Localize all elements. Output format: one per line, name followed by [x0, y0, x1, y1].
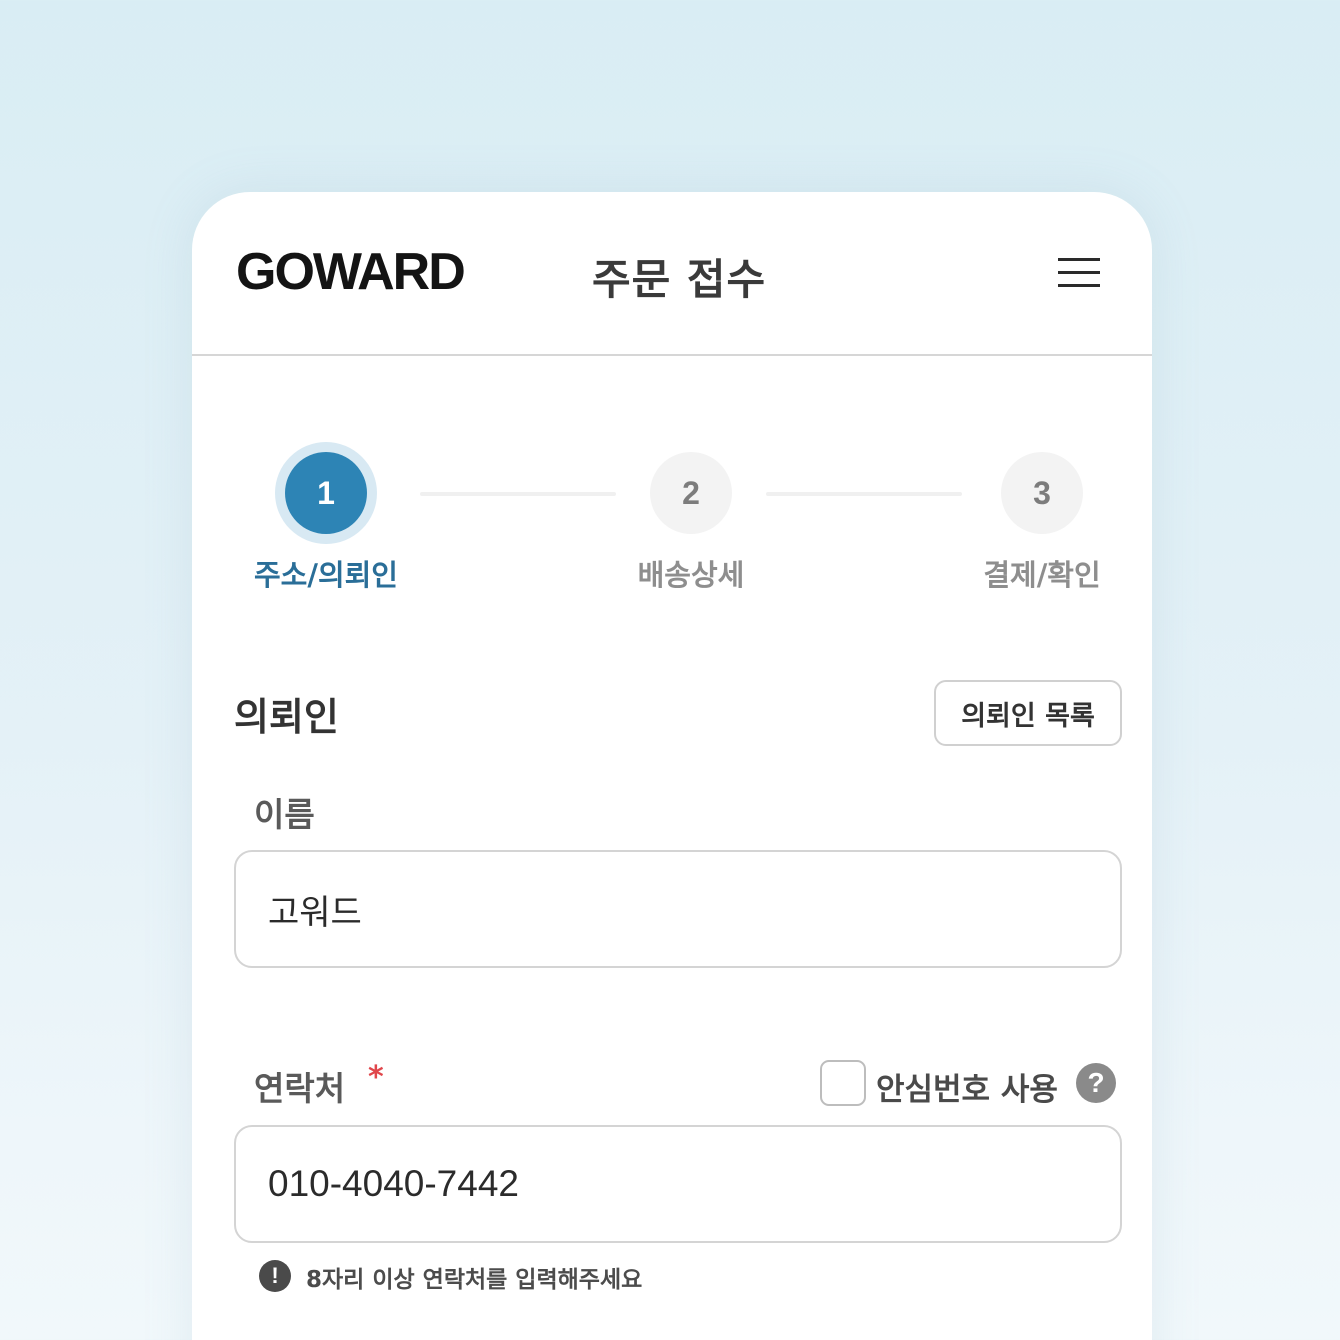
safe-number-label[interactable]: 안심번호 사용 [876, 1064, 1058, 1109]
name-field-label: 이름 [254, 795, 315, 834]
step-2-circle[interactable]: 2 [650, 452, 732, 534]
step-connector-1-2 [420, 492, 616, 496]
page-title: 주문 접수 [592, 255, 767, 304]
safe-number-checkbox[interactable] [820, 1060, 866, 1106]
error-icon: ! [259, 1260, 291, 1292]
requester-list-button[interactable]: 의뢰인 목록 [934, 680, 1122, 746]
step-1-label: 주소/의뢰인 [254, 558, 398, 592]
goward-logo[interactable]: GOWARD [236, 242, 466, 302]
name-input[interactable]: 고워드 [234, 850, 1122, 968]
step-2-label: 배송상세 [637, 558, 745, 592]
required-asterisk: * [368, 1060, 384, 1095]
order-form-card: GOWARD 주문 접수 1 2 3 주소/의뢰인 배송상세 결제/확인 의뢰인… [192, 192, 1152, 1340]
hamburger-menu-icon[interactable] [1058, 256, 1102, 290]
section-title-requester: 의뢰인 [234, 695, 339, 739]
phone-error-message: 8자리 이상 연락처를 입력해주세요 [306, 1267, 643, 1293]
phone-field-label: 연락처 [254, 1069, 346, 1108]
help-icon[interactable]: ? [1076, 1063, 1116, 1103]
phone-input[interactable]: 010-4040-7442 [234, 1125, 1122, 1243]
step-1-circle[interactable]: 1 [285, 452, 367, 534]
step-connector-2-3 [766, 492, 962, 496]
app-header: GOWARD 주문 접수 [192, 192, 1152, 356]
step-3-circle[interactable]: 3 [1001, 452, 1083, 534]
step-3-label: 결제/확인 [983, 558, 1101, 592]
